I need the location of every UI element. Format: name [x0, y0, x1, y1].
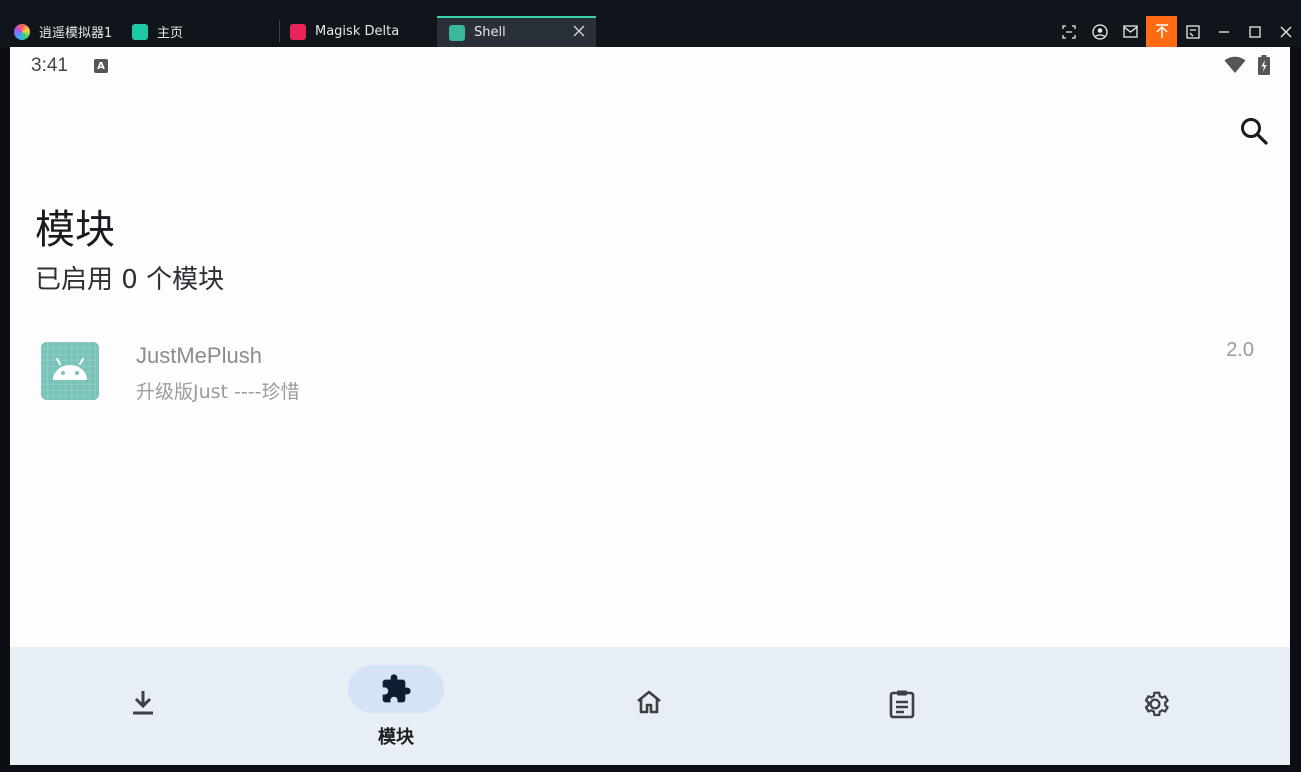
tab-label: Magisk Delta — [315, 24, 400, 39]
tab-close-icon[interactable] — [572, 24, 586, 38]
maximize-button[interactable] — [1239, 16, 1270, 47]
scan-icon — [1061, 24, 1076, 39]
bottom-navigation: 模块 — [10, 647, 1290, 765]
mail-icon — [1123, 25, 1138, 38]
nav-label-modules: 模块 — [378, 727, 414, 748]
upload-button[interactable] — [1146, 16, 1177, 47]
module-name: JustMePlush — [136, 343, 262, 368]
page-title: 模块 — [35, 207, 115, 253]
upload-icon — [1155, 23, 1168, 38]
window-settings-icon — [1185, 24, 1200, 39]
android-module-icon — [41, 342, 99, 400]
puzzle-icon — [382, 674, 411, 703]
gear-icon — [1144, 691, 1169, 717]
android-screen: 3:41 A 模块 已启用 0 个模块 JustMePlush 升级版Just … — [10, 47, 1290, 765]
tab-label: 逍遥模拟器1 — [39, 26, 113, 41]
minimize-icon — [1218, 30, 1229, 33]
nav-item-settings[interactable] — [1055, 647, 1255, 765]
module-list-item[interactable]: JustMePlush 升级版Just ----珍惜 2.0 — [10, 329, 1290, 419]
search-icon[interactable] — [1238, 115, 1270, 147]
enabled-modules-count: 已启用 0 个模块 — [35, 265, 225, 295]
status-time: 3:41 — [31, 55, 68, 76]
tab-label: 主页 — [157, 26, 184, 41]
clipboard-icon — [889, 690, 915, 719]
status-bar: 3:41 A — [10, 47, 1290, 85]
tab-home[interactable]: 主页 — [132, 16, 183, 47]
keyboard-notification-icon: A — [94, 59, 108, 73]
download-icon — [133, 691, 153, 715]
account-button[interactable] — [1084, 16, 1115, 47]
battery-icon — [1258, 55, 1270, 75]
screenshot-button[interactable] — [1053, 16, 1084, 47]
magisk-app-icon — [290, 23, 306, 40]
emulator-titlebar: 逍遥模拟器1 主页 Magisk Delta Shell — [0, 0, 1301, 47]
tab-label: Shell — [474, 25, 506, 40]
close-window-button[interactable] — [1270, 16, 1301, 47]
settings-window-button[interactable] — [1177, 16, 1208, 47]
nav-item-home[interactable] — [549, 647, 749, 765]
tab-separator — [279, 20, 280, 42]
tab-emulator[interactable]: 逍遥模拟器1 — [14, 16, 112, 47]
close-icon — [1280, 26, 1291, 37]
user-icon — [1091, 23, 1108, 40]
nav-item-modules[interactable]: 模块 — [296, 647, 496, 765]
minimize-button[interactable] — [1208, 16, 1239, 47]
home-icon — [637, 690, 661, 714]
nav-item-logs[interactable] — [802, 647, 1002, 765]
module-version: 2.0 — [1226, 339, 1254, 361]
wifi-icon — [1224, 56, 1246, 73]
tab-shell[interactable]: Shell — [437, 16, 596, 47]
emulator-logo-icon — [14, 23, 30, 40]
window-controls — [1053, 16, 1301, 47]
nav-active-indicator — [348, 665, 444, 713]
android-app-icon — [449, 24, 465, 41]
mail-button[interactable] — [1115, 16, 1146, 47]
tab-magisk-delta[interactable]: Magisk Delta — [290, 16, 399, 47]
home-app-icon — [132, 23, 148, 40]
module-description: 升级版Just ----珍惜 — [136, 381, 300, 403]
window-right-edge — [1290, 47, 1301, 772]
maximize-icon — [1248, 25, 1261, 38]
nav-item-install[interactable] — [43, 647, 243, 765]
